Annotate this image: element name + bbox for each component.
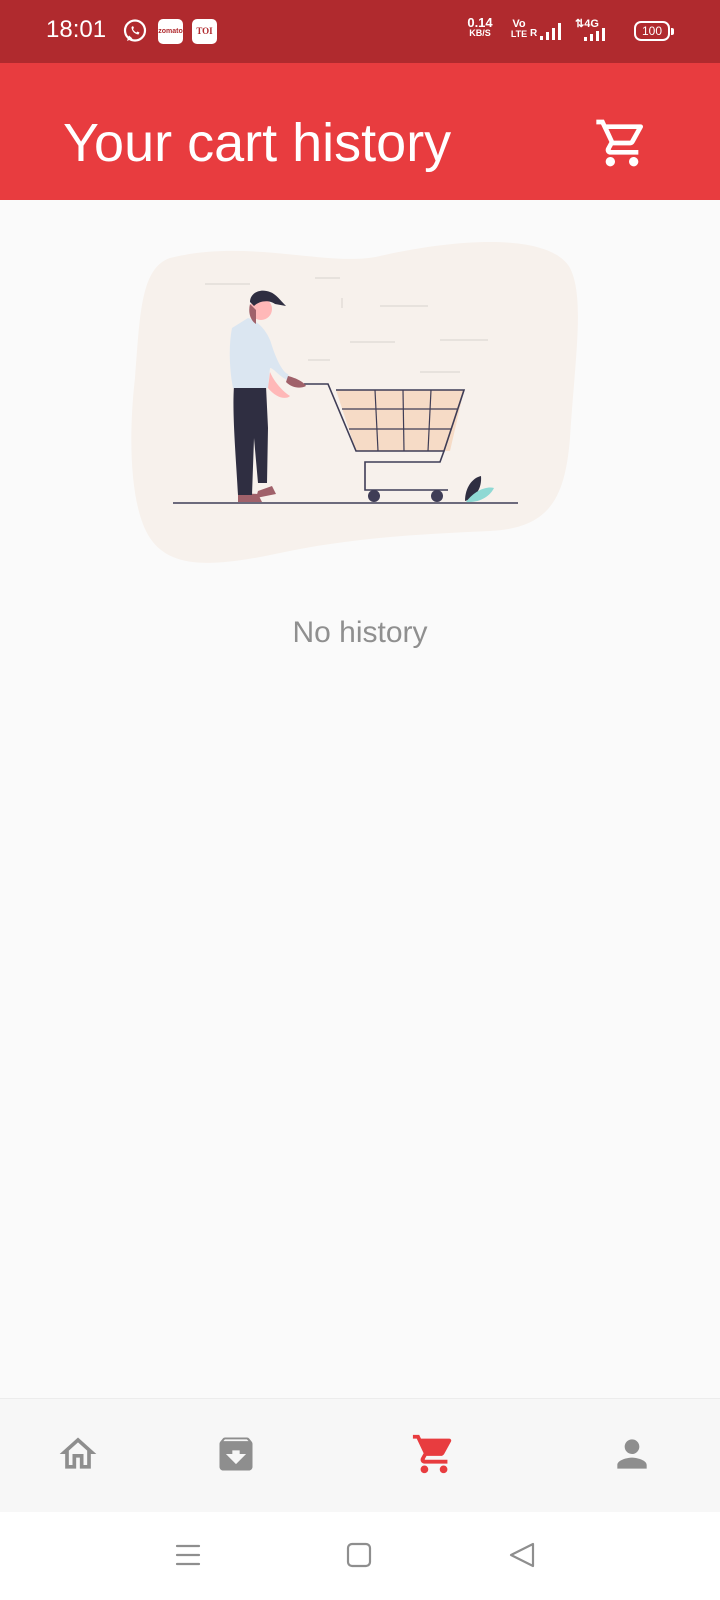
roaming-label: R bbox=[530, 28, 538, 39]
zomato-icon: zomato bbox=[158, 19, 183, 44]
nav-item-home[interactable] bbox=[18, 1399, 138, 1513]
shopping-cart-illustration bbox=[130, 238, 590, 573]
cart-history-screen: 18:01 zomato TOI 0.14 KB/S Vo LTE R ⇅4G … bbox=[0, 0, 720, 1600]
bottom-nav bbox=[0, 1398, 720, 1512]
person-icon bbox=[610, 1432, 654, 1481]
network-speed: 0.14 KB/S bbox=[462, 15, 498, 39]
nav-item-profile[interactable] bbox=[572, 1399, 692, 1513]
home-button[interactable] bbox=[334, 1532, 384, 1582]
nav-item-cart[interactable] bbox=[374, 1399, 494, 1513]
cart-icon[interactable] bbox=[594, 115, 650, 171]
signal-icon-2 bbox=[583, 28, 609, 47]
page-title: Your cart history bbox=[63, 113, 452, 173]
recents-button[interactable] bbox=[163, 1532, 213, 1582]
signal-icon bbox=[539, 20, 567, 47]
battery-icon: 100 bbox=[634, 21, 674, 41]
nav-item-orders[interactable] bbox=[176, 1399, 296, 1513]
home-icon bbox=[56, 1432, 100, 1481]
status-time: 18:01 bbox=[46, 16, 107, 43]
volte-line2: LTE bbox=[510, 29, 528, 39]
status-bar: 18:01 zomato TOI 0.14 KB/S Vo LTE R ⇅4G … bbox=[0, 0, 720, 63]
back-triangle-icon bbox=[507, 1541, 537, 1574]
whatsapp-icon bbox=[122, 18, 148, 44]
empty-state-message: No history bbox=[292, 616, 428, 649]
back-button[interactable] bbox=[497, 1532, 547, 1582]
system-nav-bar bbox=[0, 1512, 720, 1600]
net-speed-value: 0.14 bbox=[467, 15, 493, 30]
volte-indicator: Vo LTE bbox=[505, 18, 533, 40]
archive-download-icon bbox=[214, 1432, 258, 1481]
cart-icon bbox=[411, 1431, 457, 1482]
app-bar: Your cart history bbox=[0, 63, 720, 200]
toi-icon: TOI bbox=[192, 19, 217, 44]
menu-icon bbox=[174, 1541, 202, 1574]
volte-line1: Vo bbox=[512, 18, 526, 30]
square-icon bbox=[345, 1541, 373, 1574]
